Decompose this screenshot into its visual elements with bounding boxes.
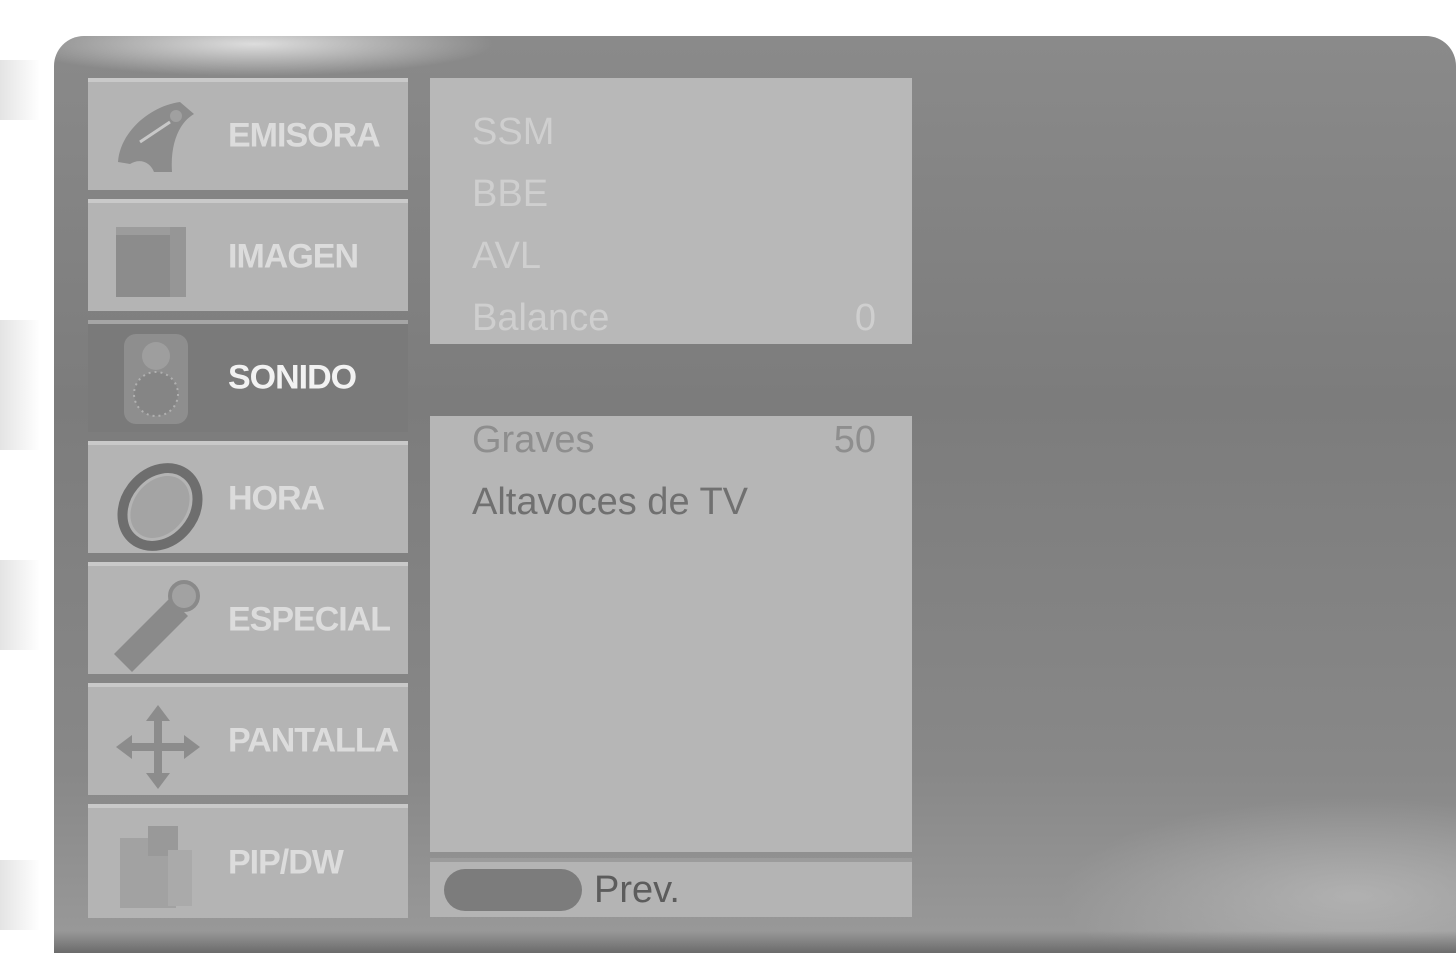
submenu-item-label: SSM [472, 111, 555, 153]
prev-label: Prev. [594, 869, 680, 911]
menu-item-hora[interactable]: HORA [88, 441, 408, 553]
footer-bar: Prev. [430, 858, 912, 917]
pip-icon [120, 826, 192, 908]
submenu-item-avl[interactable]: AVL [472, 228, 872, 284]
menu-item-especial[interactable]: ESPECIAL [88, 562, 408, 674]
menu-item-label: IMAGEN [228, 237, 359, 276]
menu-item-pantalla[interactable]: PANTALLA [88, 683, 408, 795]
tv-screen: EMISORA IMAGEN SONIDO HORA ESPECIAL PANT… [54, 36, 1456, 953]
menu-item-label: ESPECIAL [228, 600, 391, 639]
scan-artifact [0, 560, 40, 650]
submenu-item-label: Altavoces de TV [472, 481, 749, 523]
move-arrows-icon [116, 705, 200, 789]
prev-button-pill[interactable] [444, 869, 582, 911]
menu-item-sonido[interactable]: SONIDO [88, 320, 408, 432]
submenu-item-label: BBE [472, 173, 549, 215]
submenu-panel-lower: Graves 50 Altavoces de TV [430, 416, 912, 852]
main-menu: EMISORA IMAGEN SONIDO HORA ESPECIAL PANT… [88, 78, 408, 918]
picture-icon [116, 227, 186, 297]
scan-artifact [0, 320, 40, 450]
scan-artifact [0, 60, 40, 120]
menu-item-label: PIP/DW [228, 843, 344, 882]
menu-item-label: EMISORA [228, 116, 381, 155]
submenu-item-label: AVL [472, 235, 542, 277]
submenu-panel: SSM BBE AVL Balance 0 [430, 78, 912, 344]
submenu-item-value: 50 [833, 419, 876, 461]
menu-item-label: PANTALLA [228, 721, 399, 760]
submenu-item-ssm[interactable]: SSM [472, 104, 872, 160]
submenu-item-balance[interactable]: Balance 0 [472, 290, 876, 346]
menu-item-imagen[interactable]: IMAGEN [88, 199, 408, 311]
menu-item-label: HORA [228, 479, 325, 518]
clock-icon [117, 463, 203, 551]
submenu-item-bbe[interactable]: BBE [472, 166, 872, 222]
submenu-item-graves[interactable]: Graves 50 [472, 412, 876, 468]
scan-artifact [0, 860, 40, 930]
submenu-item-label: Balance [472, 297, 610, 339]
speaker-icon [124, 334, 188, 424]
menu-item-emisora[interactable]: EMISORA [88, 78, 408, 190]
antenna-icon [118, 102, 194, 172]
key-icon [114, 580, 200, 672]
osd-page: EMISORA IMAGEN SONIDO HORA ESPECIAL PANT… [0, 0, 1456, 953]
menu-item-pipdw[interactable]: PIP/DW [88, 804, 408, 918]
menu-item-label: SONIDO [228, 358, 357, 397]
submenu-item-value: 0 [854, 297, 876, 339]
submenu-item-label: Graves [472, 419, 595, 461]
submenu-item-altavoces-de-tv[interactable]: Altavoces de TV [472, 474, 872, 530]
